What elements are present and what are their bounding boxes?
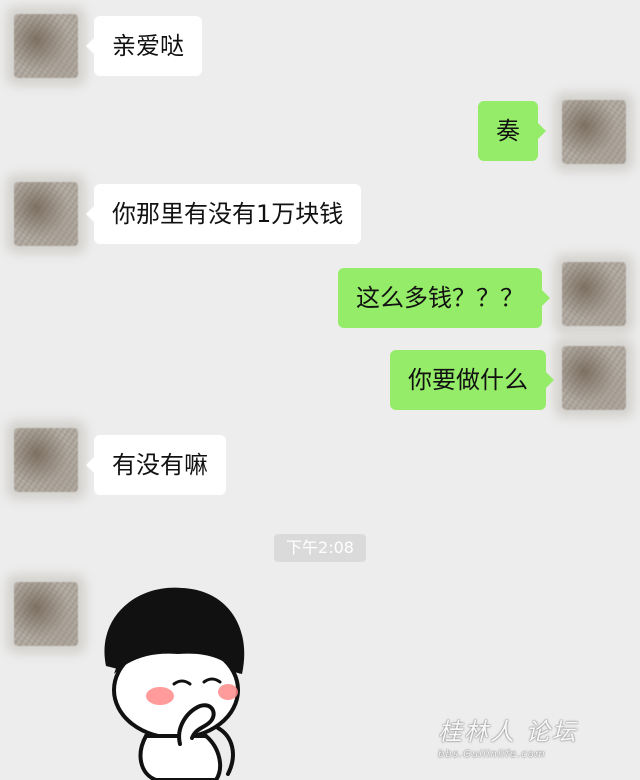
watermark-title: 桂林人 论坛 [438, 718, 578, 746]
forum-watermark: 桂林人 论坛 bbs.Guilinlife.com [438, 712, 598, 762]
contact-avatar[interactable] [14, 428, 78, 492]
contact-avatar[interactable] [14, 582, 78, 646]
message-bubble-outgoing[interactable]: 奏 [478, 101, 546, 161]
message-bubble-incoming[interactable]: 你那里有没有1万块钱 [85, 184, 362, 244]
contact-avatar[interactable] [14, 14, 78, 78]
shy-girl-sticker-icon[interactable] [96, 578, 256, 780]
chat-window: 亲爱哒 奏 你那里有没有1万块钱 这么多钱？？？ 你要做什么 有没有嘛 下午2:… [0, 0, 640, 780]
user-avatar[interactable] [562, 100, 626, 164]
user-avatar[interactable] [562, 262, 626, 326]
message-timestamp: 下午2:08 [274, 534, 366, 562]
contact-avatar[interactable] [14, 182, 78, 246]
watermark-url: bbs.Guilinlife.com [438, 749, 546, 760]
user-avatar[interactable] [562, 346, 626, 410]
message-bubble-outgoing[interactable]: 这么多钱？？？ [338, 268, 550, 328]
message-bubble-outgoing[interactable]: 你要做什么 [390, 350, 554, 410]
message-bubble-incoming[interactable]: 有没有嘛 [86, 435, 226, 495]
message-bubble-incoming[interactable]: 亲爱哒 [86, 16, 202, 76]
